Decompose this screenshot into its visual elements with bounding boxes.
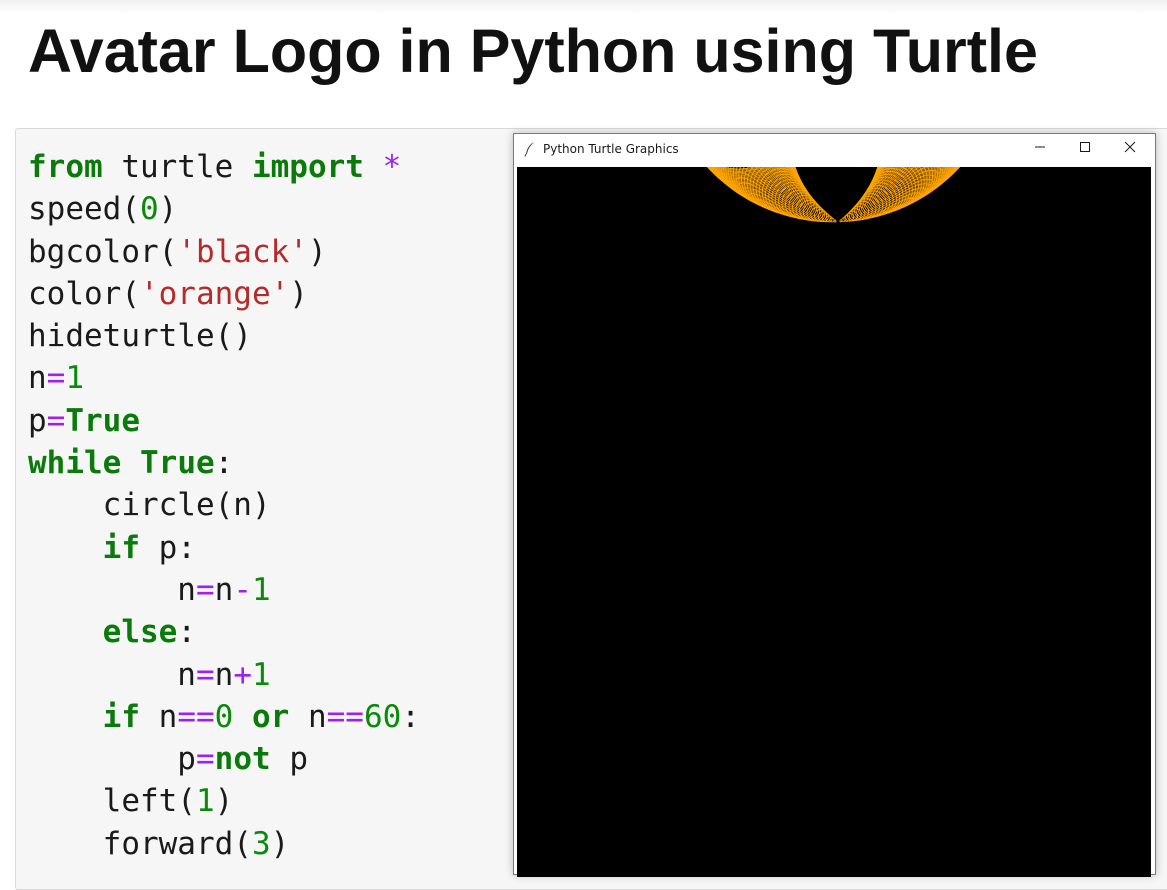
maximize-button[interactable] (1062, 134, 1108, 164)
code-line: from turtle import * (28, 149, 402, 185)
turtle-canvas (517, 167, 1151, 877)
code-line: left(1) (28, 783, 234, 820)
code-line: n=n-1 (28, 571, 271, 608)
window-title: Python Turtle Graphics (543, 142, 679, 156)
turtle-window: Python Turtle Graphics (513, 133, 1156, 877)
code-line: forward(3) (28, 825, 290, 862)
avatar-logo-drawing (706, 167, 961, 223)
code-line: hideturtle() (28, 318, 252, 355)
page-title: Avatar Logo in Python using Turtle (28, 17, 1038, 85)
code-line: else: (102, 614, 196, 651)
code-line: speed(0) (28, 191, 178, 228)
code-line: bgcolor('black') (28, 233, 327, 270)
close-icon (1124, 140, 1136, 158)
maximize-icon (1079, 140, 1091, 158)
window-titlebar[interactable]: Python Turtle Graphics (514, 134, 1155, 166)
code-line: n=1 (28, 360, 85, 397)
code-line: p=True (28, 402, 140, 439)
avatar-logo-strokes (706, 167, 961, 223)
minimize-button[interactable] (1017, 134, 1063, 164)
code-block: from turtle import * speed(0) bgcolor('bla… (28, 146, 420, 865)
code-line: circle(n) (28, 487, 271, 524)
code-line: while True: (28, 445, 234, 482)
code-line: if p: (102, 529, 196, 566)
code-line: color('orange') (28, 275, 308, 312)
minimize-icon (1034, 140, 1046, 158)
feather-icon (524, 141, 536, 157)
code-line: p=not p (28, 741, 308, 778)
close-button[interactable] (1107, 134, 1153, 164)
code-line: n=n+1 (28, 656, 271, 693)
code-line: if n==0 or n==60: (102, 698, 420, 735)
